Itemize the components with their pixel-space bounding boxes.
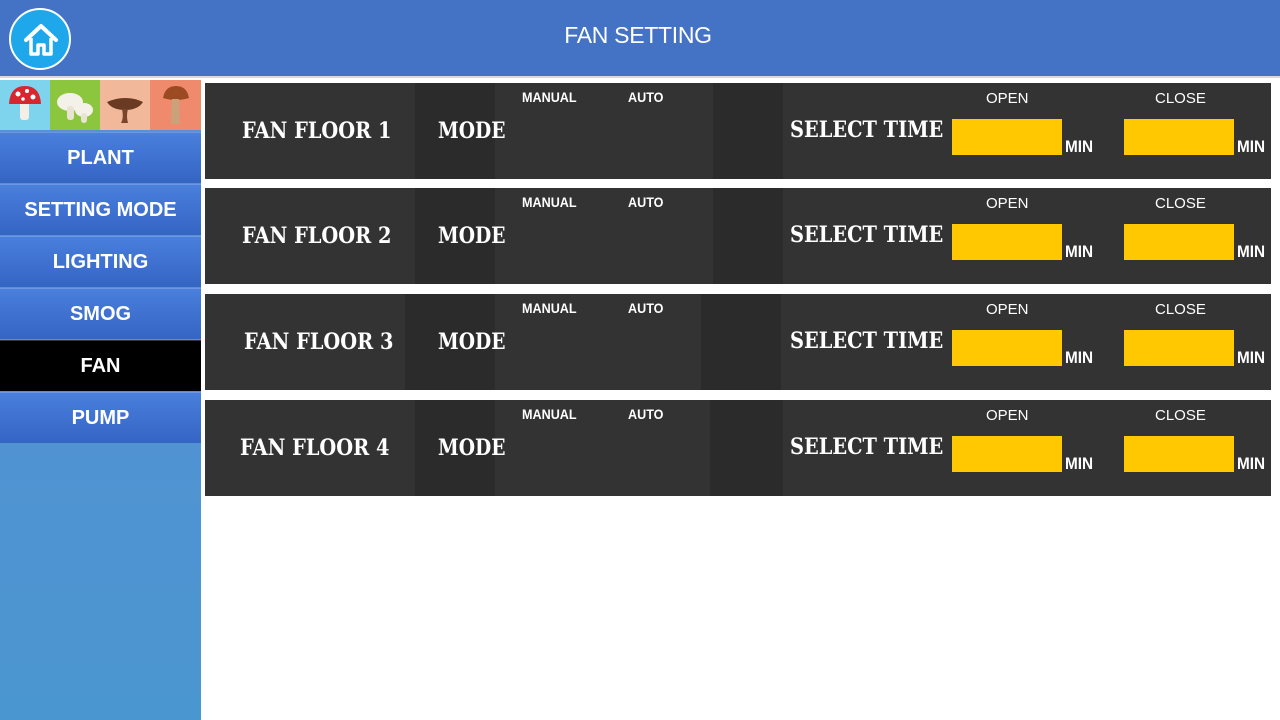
row-shade xyxy=(701,294,781,390)
close-unit-label: MIN xyxy=(1237,348,1266,367)
close-unit-label: MIN xyxy=(1237,137,1266,156)
open-label: OPEN xyxy=(986,90,1029,107)
fan-floor-row-3: FAN FLOOR 3 MODE MANUAL AUTO SELECT TIME… xyxy=(205,294,1271,390)
open-unit-label: MIN xyxy=(1065,454,1094,473)
open-time-input[interactable] xyxy=(952,224,1062,260)
fan-floor-label: FAN FLOOR 1 xyxy=(242,118,392,144)
close-time-input[interactable] xyxy=(1124,436,1234,472)
close-label: CLOSE xyxy=(1155,90,1206,107)
mode-label: MODE xyxy=(438,329,506,355)
open-time-input[interactable] xyxy=(952,330,1062,366)
close-time-input[interactable] xyxy=(1124,330,1234,366)
sidebar-item-setting-mode[interactable]: SETTING MODE xyxy=(0,184,201,235)
open-unit-label: MIN xyxy=(1065,348,1094,367)
row-shade xyxy=(713,188,783,284)
open-time-input[interactable] xyxy=(952,119,1062,155)
auto-option[interactable]: AUTO xyxy=(628,194,663,210)
tall-mushroom-icon xyxy=(150,80,201,130)
mode-label: MODE xyxy=(438,118,506,144)
close-unit-label: MIN xyxy=(1237,242,1266,261)
sidebar-item-fan[interactable]: FAN xyxy=(0,340,201,391)
open-time-input[interactable] xyxy=(952,436,1062,472)
header-bar: FAN SETTING xyxy=(0,0,1280,78)
fan-floor-label: FAN FLOOR 2 xyxy=(242,223,392,249)
open-label: OPEN xyxy=(986,195,1029,212)
brown-mushroom-icon xyxy=(100,80,150,130)
manual-option[interactable]: MANUAL xyxy=(522,89,577,105)
auto-option[interactable]: AUTO xyxy=(628,300,663,316)
auto-option[interactable]: AUTO xyxy=(628,406,663,422)
fan-floor-row-4: FAN FLOOR 4 MODE MANUAL AUTO SELECT TIME… xyxy=(205,400,1271,496)
sidebar-item-plant[interactable]: PLANT xyxy=(0,132,201,183)
open-unit-label: MIN xyxy=(1065,242,1094,261)
select-time-label: SELECT TIME xyxy=(790,117,944,143)
manual-option[interactable]: MANUAL xyxy=(522,194,577,210)
close-time-input[interactable] xyxy=(1124,119,1234,155)
fan-floor-label: FAN FLOOR 3 xyxy=(244,329,394,355)
select-time-label: SELECT TIME xyxy=(790,328,944,354)
mode-label: MODE xyxy=(438,435,506,461)
red-mushroom-icon xyxy=(0,80,50,130)
sidebar-item-lighting[interactable]: LIGHTING xyxy=(0,236,201,287)
open-unit-label: MIN xyxy=(1065,137,1094,156)
select-time-label: SELECT TIME xyxy=(790,434,944,460)
open-label: OPEN xyxy=(986,407,1029,424)
fan-floor-label: FAN FLOOR 4 xyxy=(240,435,390,461)
mode-label: MODE xyxy=(438,223,506,249)
close-label: CLOSE xyxy=(1155,301,1206,318)
sidebar-nav: PLANT SETTING MODE LIGHTING SMOG FAN PUM… xyxy=(0,132,201,444)
sidebar-item-pump[interactable]: PUMP xyxy=(0,392,201,443)
close-time-input[interactable] xyxy=(1124,224,1234,260)
fan-floor-row-2: FAN FLOOR 2 MODE MANUAL AUTO SELECT TIME… xyxy=(205,188,1271,284)
white-mushroom-icon xyxy=(50,80,100,130)
close-label: CLOSE xyxy=(1155,407,1206,424)
mushroom-icon-strip xyxy=(0,80,201,130)
sidebar: PLANT SETTING MODE LIGHTING SMOG FAN PUM… xyxy=(0,80,201,720)
row-shade xyxy=(713,83,783,179)
manual-option[interactable]: MANUAL xyxy=(522,406,577,422)
open-label: OPEN xyxy=(986,301,1029,318)
row-shade xyxy=(710,400,783,496)
close-unit-label: MIN xyxy=(1237,454,1266,473)
close-label: CLOSE xyxy=(1155,195,1206,212)
sidebar-item-smog[interactable]: SMOG xyxy=(0,288,201,339)
fan-floor-row-1: FAN FLOOR 1 MODE MANUAL AUTO SELECT TIME… xyxy=(205,83,1271,179)
manual-option[interactable]: MANUAL xyxy=(522,300,577,316)
page-title: FAN SETTING xyxy=(564,22,712,48)
select-time-label: SELECT TIME xyxy=(790,222,944,248)
auto-option[interactable]: AUTO xyxy=(628,89,663,105)
